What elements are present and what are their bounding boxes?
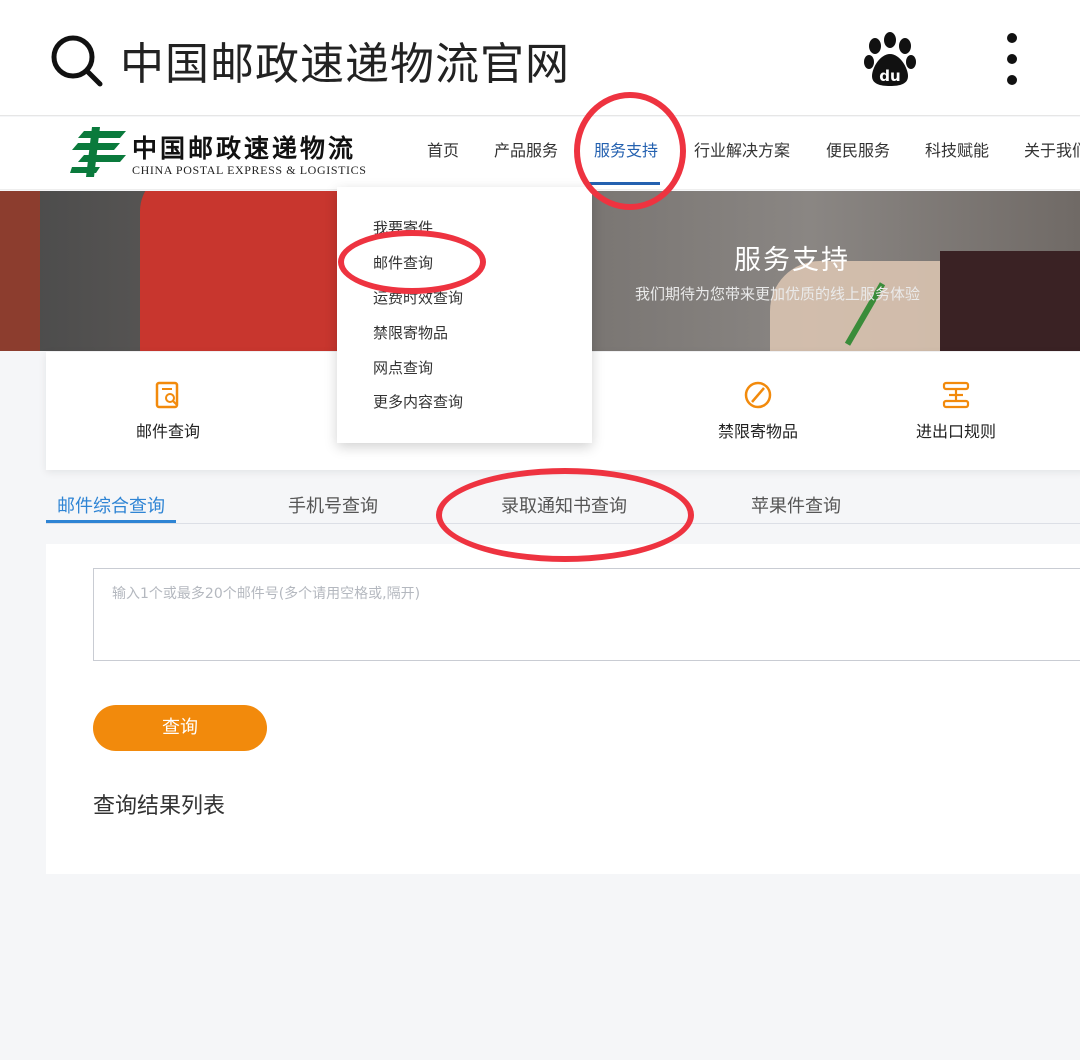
result-list-title: 查询结果列表 [93,794,226,819]
search-query-text[interactable]: 中国邮政速递物流官网 [120,28,570,92]
dropdown-item-send[interactable]: 我要寄件 [373,217,433,238]
dropdown-item-outlets[interactable]: 网点查询 [373,357,433,378]
mail-number-textarea[interactable]: 输入1个或最多20个邮件号(多个请用空格或,隔开) [93,568,1080,661]
quick-link-label: 进出口规则 [915,422,996,441]
nav-item-convenience[interactable]: 便民服务 [826,137,890,161]
quick-link-label: 禁限寄物品 [717,422,798,441]
quick-link-import-export[interactable]: 进出口规则 [886,352,1026,442]
nav-item-about[interactable]: 关于我们 [1024,137,1080,161]
dropdown-item-freight[interactable]: 运费时效查询 [373,287,463,308]
nav-item-products[interactable]: 产品服务 [494,137,558,161]
query-panel: 输入1个或最多20个邮件号(多个请用空格或,隔开) 查询 查询结果列表 [46,544,1080,874]
query-tabs: 邮件综合查询 手机号查询 录取通知书查询 苹果件查询 [46,484,1080,524]
tab-active-underline [46,520,176,523]
banner-sleeve-shape [940,251,1080,351]
logo-english-text: CHINA POSTAL EXPRESS & LOGISTICS [132,163,367,177]
tab-phone-number[interactable]: 手机号查询 [288,492,378,518]
banner-subtitle: 我们期待为您带来更加优质的线上服务体验 [635,285,921,303]
banner-title: 服务支持 [734,245,850,276]
prohibited-icon [744,381,772,409]
site-nav: 中国邮政速递物流 CHINA POSTAL EXPRESS & LOGISTIC… [0,117,1080,190]
mail-search-icon [155,381,179,409]
site-logo[interactable]: 中国邮政速递物流 CHINA POSTAL EXPRESS & LOGISTIC… [70,123,380,183]
nav-item-service-support[interactable]: 服务支持 [594,137,658,161]
dropdown-item-more[interactable]: 更多内容查询 [373,391,463,412]
tab-mail-general[interactable]: 邮件综合查询 [57,492,165,518]
tab-admission-letter[interactable]: 录取通知书查询 [501,492,627,518]
banner-decoration [0,191,40,351]
textarea-placeholder: 输入1个或最多20个邮件号(多个请用空格或,隔开) [112,586,421,602]
service-support-dropdown: 我要寄件 邮件查询 运费时效查询 禁限寄物品 网点查询 更多内容查询 [337,187,592,443]
logo-chinese-text: 中国邮政速递物流 [132,134,357,163]
china-post-logo-icon [70,127,126,177]
nav-item-home[interactable]: 首页 [427,137,459,161]
tab-apple-package[interactable]: 苹果件查询 [751,492,841,518]
nav-item-technology[interactable]: 科技赋能 [925,137,989,161]
search-icon[interactable] [50,34,104,88]
more-vertical-icon[interactable] [994,30,1030,88]
baidu-paw-icon[interactable]: du [862,32,918,88]
dropdown-item-prohibited[interactable]: 禁限寄物品 [373,322,448,343]
search-bar: 中国邮政速递物流官网 du [0,0,1080,116]
svg-text:du: du [879,67,900,85]
quick-link-mail-search[interactable]: 邮件查询 [98,352,238,442]
quick-link-label: 邮件查询 [135,422,200,441]
page: 中国邮政速递物流官网 du 中国邮政速递物流 CHINA POSTAL EXPR… [0,0,1080,1060]
dropdown-item-mail-search[interactable]: 邮件查询 [373,252,433,273]
quick-link-prohibited[interactable]: 禁限寄物品 [688,352,828,442]
query-button[interactable]: 查询 [93,705,267,751]
nav-item-solutions[interactable]: 行业解决方案 [694,137,790,161]
nav-active-underline [588,182,660,185]
import-export-icon [942,381,970,409]
